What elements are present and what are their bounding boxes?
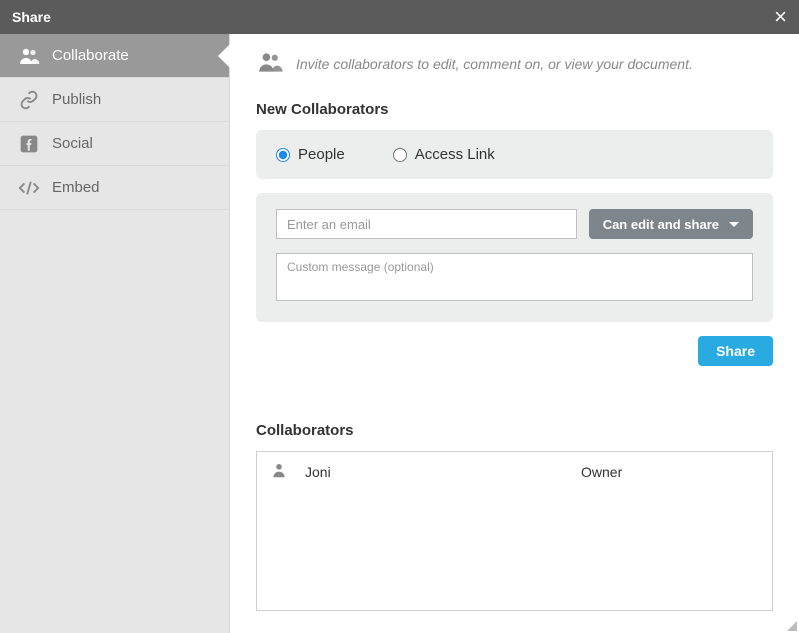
code-icon [18,177,40,199]
invite-form-row: Can edit and share [276,209,753,239]
radio-people-label: People [298,146,345,163]
sidebar-item-label: Collaborate [52,47,129,64]
collaborators-table: Joni Owner [256,451,773,611]
sidebar-item-label: Publish [52,91,101,108]
dialog-title: Share [12,9,51,25]
sidebar-item-social[interactable]: Social [0,122,229,166]
intro-text: Invite collaborators to edit, comment on… [296,56,693,72]
radio-row: People Access Link [276,146,753,163]
sidebar-item-collaborate[interactable]: Collaborate [0,34,229,78]
collaborator-role: Owner [581,464,758,480]
invite-panel: Can edit and share [256,193,773,322]
users-icon [18,45,40,67]
radio-people[interactable]: People [276,146,345,163]
user-icon [271,462,289,481]
sidebar-item-label: Social [52,135,93,152]
dialog-body: Collaborate Publish Social Embed [0,34,799,633]
sidebar-item-label: Embed [52,179,100,196]
collaborators-title: Collaborators [256,422,773,439]
permission-select[interactable]: Can edit and share [589,209,753,239]
radio-access-link-label: Access Link [415,146,495,163]
message-input[interactable] [276,253,753,301]
link-icon [18,89,40,111]
sidebar-item-embed[interactable]: Embed [0,166,229,210]
resize-grip[interactable] [785,619,797,631]
share-dialog: Share × Collaborate Publish So [0,0,799,633]
permission-label: Can edit and share [603,217,719,232]
new-collaborators-title: New Collaborators [256,101,773,118]
radio-people-input[interactable] [276,148,290,162]
collaborator-row: Joni Owner [257,452,772,491]
titlebar: Share × [0,0,799,34]
sidebar: Collaborate Publish Social Embed [0,34,230,633]
collaborator-type-panel: People Access Link [256,130,773,179]
share-row: Share [256,336,773,366]
close-icon[interactable]: × [774,6,787,28]
collaborator-name: Joni [305,464,565,480]
sidebar-item-publish[interactable]: Publish [0,78,229,122]
share-button[interactable]: Share [698,336,773,366]
radio-access-link-input[interactable] [393,148,407,162]
users-icon [256,50,284,77]
intro-row: Invite collaborators to edit, comment on… [256,50,773,77]
chevron-down-icon [729,222,739,227]
facebook-icon [18,133,40,155]
email-input[interactable] [276,209,577,239]
radio-access-link[interactable]: Access Link [393,146,495,163]
main-content: Invite collaborators to edit, comment on… [230,34,799,633]
